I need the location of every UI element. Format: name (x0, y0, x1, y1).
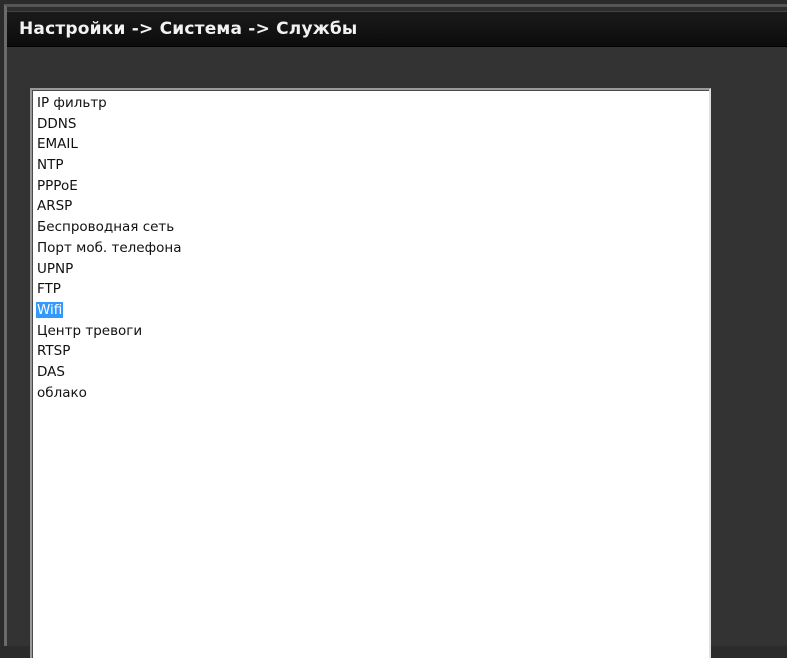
list-item-rtsp[interactable]: RTSP (36, 341, 183, 362)
list-item-cloud[interactable]: облако (36, 383, 183, 404)
list-item-arsp[interactable]: ARSP (36, 196, 183, 217)
breadcrumb: Настройки -> Система -> Службы (19, 19, 358, 39)
list-item-ddns[interactable]: DDNS (36, 114, 183, 135)
list-item-alarm-center[interactable]: Центр тревоги (36, 321, 183, 342)
list-item-label: UPNP (37, 260, 74, 277)
list-item-pppoe[interactable]: PPPoE (36, 176, 183, 197)
title-bar: Настройки -> Система -> Службы (7, 11, 787, 47)
list-item-label: EMAIL (37, 136, 78, 153)
list-item-ip-filter[interactable]: IP фильтр (36, 93, 183, 114)
list-item-label: NTP (37, 157, 64, 174)
services-list: IP фильтр DDNS EMAIL NTP PPPoE ARSP Бесп… (36, 93, 183, 403)
list-item-label: DAS (37, 363, 65, 380)
list-item-label: FTP (37, 281, 61, 298)
list-item-label: Центр тревоги (37, 322, 143, 339)
services-list-box[interactable]: IP фильтр DDNS EMAIL NTP PPPoE ARSP Бесп… (30, 88, 711, 658)
list-item-label: DDNS (37, 115, 77, 132)
list-item-wireless-network[interactable]: Беспроводная сеть (36, 217, 183, 238)
list-item-label: Порт моб. телефона (37, 239, 182, 256)
list-item-das[interactable]: DAS (36, 362, 183, 383)
list-item-label: RTSP (37, 343, 71, 360)
list-item-label: ARSP (37, 198, 73, 215)
list-item-label: Беспроводная сеть (37, 219, 175, 236)
list-item-ftp[interactable]: FTP (36, 279, 183, 300)
list-item-label: Wifi (36, 301, 64, 318)
list-item-upnp[interactable]: UPNP (36, 259, 183, 280)
list-item-label: облако (37, 384, 87, 401)
list-item-ntp[interactable]: NTP (36, 155, 183, 176)
list-item-email[interactable]: EMAIL (36, 134, 183, 155)
list-item-wifi[interactable]: Wifi (36, 300, 183, 321)
list-item-label: PPPoE (37, 177, 78, 194)
list-item-mobile-port[interactable]: Порт моб. телефона (36, 238, 183, 259)
list-item-label: IP фильтр (37, 95, 107, 111)
